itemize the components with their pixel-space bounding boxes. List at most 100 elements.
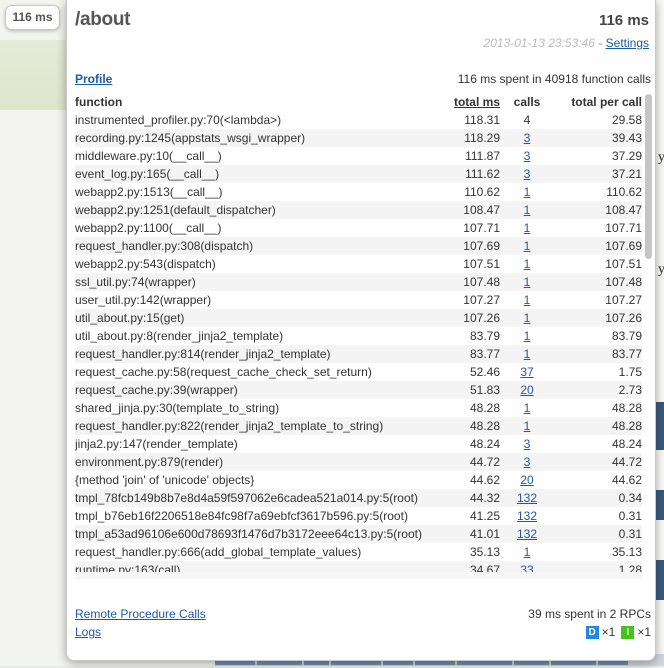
per-call-cell: 2.73 xyxy=(554,381,642,399)
calls-cell: 20 xyxy=(500,381,554,399)
calls-link[interactable]: 3 xyxy=(524,149,531,163)
total-time: 116 ms xyxy=(598,12,649,29)
rpc-link[interactable]: Remote Procedure Calls xyxy=(75,607,206,621)
table-row: request_handler.py:814(render_jinja2_tem… xyxy=(75,345,642,363)
function-cell: request_cache.py:58(request_cache_check_… xyxy=(75,365,372,379)
per-call-cell: 107.71 xyxy=(605,221,642,235)
calls-link[interactable]: 3 xyxy=(524,167,531,181)
function-cell: event_log.py:165(__call__) xyxy=(75,165,443,183)
calls-link[interactable]: 3 xyxy=(524,455,531,469)
per-call-cell: 107.27 xyxy=(605,293,642,307)
calls-link[interactable]: 1 xyxy=(524,329,531,343)
calls-cell: 3 xyxy=(500,129,554,147)
calls-link[interactable]: 1 xyxy=(524,203,531,217)
function-cell: recording.py:1245(appstats_wsgi_wrapper) xyxy=(75,129,443,147)
calls-link[interactable]: 132 xyxy=(517,509,537,523)
calls-link[interactable]: 1 xyxy=(524,347,531,361)
table-row: request_cache.py:58(request_cache_check_… xyxy=(75,363,642,381)
calls-cell: 37 xyxy=(500,363,554,381)
per-call-cell: 107.69 xyxy=(554,237,642,255)
total-ms-cell: 107.69 xyxy=(443,237,500,255)
calls-link[interactable]: 1 xyxy=(524,293,531,307)
column-header-calls[interactable]: calls xyxy=(500,93,554,111)
profile-link[interactable]: Profile xyxy=(75,72,112,86)
total-ms-cell: 110.62 xyxy=(464,185,500,199)
per-call-cell: 110.62 xyxy=(606,185,642,199)
calls-link[interactable]: 1 xyxy=(524,257,531,271)
calls-link[interactable]: 132 xyxy=(517,527,537,541)
calls-link[interactable]: 1 xyxy=(524,185,531,199)
calls-cell: 1 xyxy=(500,327,554,345)
total-ms-cell: 51.83 xyxy=(443,381,500,399)
calls-cell: 132 xyxy=(500,525,554,543)
calls-cell: 1 xyxy=(500,345,554,363)
per-call-cell: 107.51 xyxy=(605,257,642,271)
calls-link[interactable]: 132 xyxy=(517,491,537,505)
total-ms-cell: 44.72 xyxy=(443,453,500,471)
per-call-cell: 44.72 xyxy=(554,453,642,471)
function-cell: user_util.py:142(wrapper) xyxy=(75,293,212,307)
calls-link[interactable]: 37 xyxy=(520,365,533,379)
background-image-strip xyxy=(656,402,664,450)
calls-link[interactable]: 20 xyxy=(520,473,533,487)
calls-link[interactable]: 1 xyxy=(524,419,531,433)
function-cell: request_handler.py:822(render_jinja2_tem… xyxy=(75,417,443,435)
total-ms-cell: 44.62 xyxy=(469,473,500,487)
function-cell: request_handler.py:814(render_jinja2_tem… xyxy=(75,345,443,363)
table-row: request_handler.py:822(render_jinja2_tem… xyxy=(75,417,642,435)
function-cell: webapp2.py:1100(__call__) xyxy=(75,221,222,235)
per-call-cell: 48.28 xyxy=(554,417,642,435)
calls-link[interactable]: 1 xyxy=(524,221,531,235)
function-cell: {method 'join' of 'unicode' objects} xyxy=(75,473,255,487)
log-level-d-badge[interactable]: D xyxy=(585,626,599,640)
per-call-cell: 44.62 xyxy=(611,473,642,487)
total-ms-cell: 48.28 xyxy=(469,401,500,415)
log-level-count: ×1 xyxy=(601,625,616,639)
calls-cell: 3 xyxy=(500,435,554,453)
per-call-cell: 37.21 xyxy=(554,165,642,183)
logs-link[interactable]: Logs xyxy=(75,625,101,639)
calls-link[interactable]: 1 xyxy=(524,239,531,253)
calls-link[interactable]: 3 xyxy=(524,131,531,145)
log-level-count: ×1 xyxy=(637,625,651,639)
calls-link[interactable]: 1 xyxy=(524,545,531,559)
calls-cell: 1 xyxy=(500,237,554,255)
function-cell: request_cache.py:39(wrapper) xyxy=(75,381,443,399)
calls-link[interactable]: 1 xyxy=(524,311,531,325)
total-ms-cell: 44.32 xyxy=(443,489,500,507)
column-header-total-per-call[interactable]: total per call xyxy=(554,93,642,111)
table-row: webapp2.py:543(dispatch) 107.51 1 107.51 xyxy=(75,255,642,273)
function-cell: request_handler.py:308(dispatch) xyxy=(75,237,443,255)
table-row: util_about.py:8(render_jinja2_template) 8… xyxy=(75,327,642,345)
per-call-cell: 48.24 xyxy=(611,437,642,451)
per-call-cell: 83.79 xyxy=(611,329,642,343)
function-cell: ssl_util.py:74(wrapper) xyxy=(75,273,443,291)
per-call-cell: 0.31 xyxy=(618,509,642,523)
vertical-scrollbar[interactable] xyxy=(645,92,652,567)
scrollbar-thumb[interactable] xyxy=(645,94,652,259)
total-ms-cell: 83.79 xyxy=(469,329,500,343)
table-row: recording.py:1245(appstats_wsgi_wrapper)… xyxy=(75,129,642,147)
total-ms-cell: 107.51 xyxy=(463,257,500,271)
settings-link[interactable]: Settings xyxy=(606,36,649,50)
profile-summary: 116 ms spent in 40918 function calls xyxy=(457,72,651,86)
rpc-summary: 39 ms spent in 2 RPCs xyxy=(528,607,651,621)
calls-link[interactable]: 1 xyxy=(524,275,531,289)
profiler-badge[interactable]: 116 ms xyxy=(5,5,60,30)
column-header-total-ms[interactable]: total ms xyxy=(443,93,500,111)
per-call-cell: 29.58 xyxy=(611,113,642,127)
per-call-cell: 83.77 xyxy=(554,345,642,363)
calls-link[interactable]: 20 xyxy=(520,383,533,397)
calls-link[interactable]: 3 xyxy=(524,437,531,451)
table-row: request_handler.py:308(dispatch) 107.69 1 1… xyxy=(75,237,642,255)
total-ms-cell: 83.77 xyxy=(443,345,500,363)
log-level-i-badge[interactable]: I xyxy=(621,626,635,640)
meta-line: 2013-01-13 23:53:46 - Settings xyxy=(484,36,649,50)
profile-table-container[interactable]: function total ms calls total per call i… xyxy=(75,93,642,580)
column-header-total-ms-label: total ms xyxy=(453,95,500,109)
calls-link[interactable]: 1 xyxy=(524,401,531,415)
column-header-function[interactable]: function xyxy=(75,93,443,111)
calls-cell: 1 xyxy=(500,183,554,201)
total-ms-cell: 35.13 xyxy=(469,545,500,559)
horizontal-scrollbar[interactable] xyxy=(75,572,642,578)
